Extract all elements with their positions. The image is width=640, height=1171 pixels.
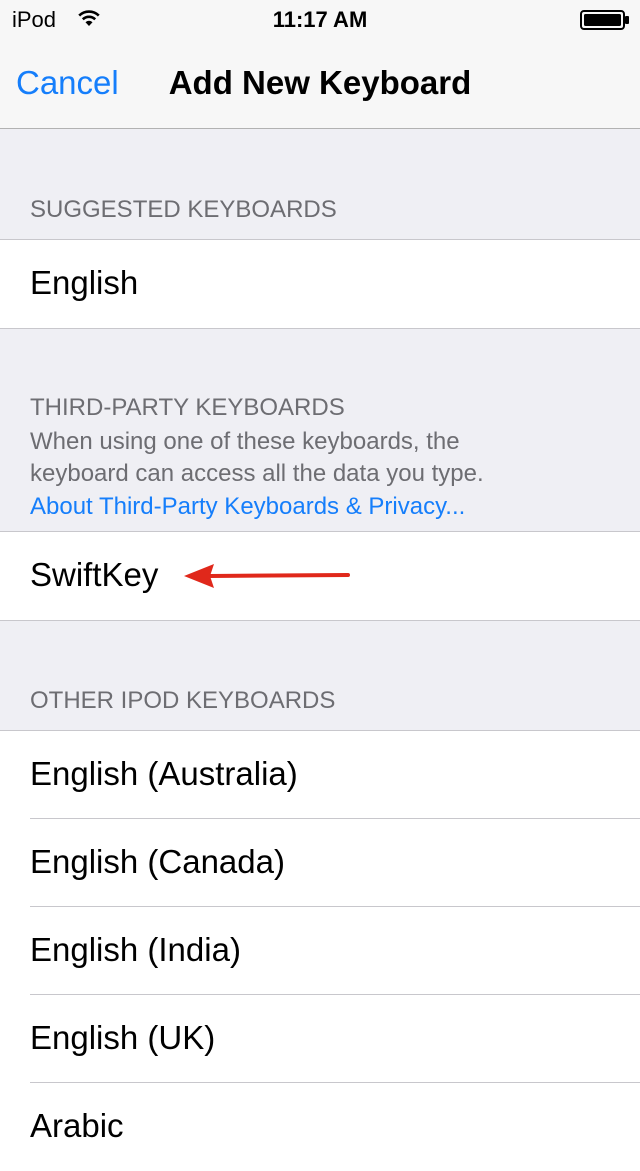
cancel-button[interactable]: Cancel [16, 64, 119, 102]
keyboard-item-label: Arabic [30, 1107, 124, 1144]
keyboard-item-english-india[interactable]: English (India) [0, 907, 640, 995]
navigation-bar: Add New Keyboard Cancel [0, 40, 640, 129]
keyboard-item-english[interactable]: English [0, 240, 640, 328]
keyboard-item-label: English (India) [30, 931, 241, 968]
keyboard-item-label: English (Australia) [30, 755, 298, 792]
third-party-keyboards-header: THIRD-PARTY KEYBOARDS [30, 394, 345, 421]
keyboard-item-english-uk[interactable]: English (UK) [0, 995, 640, 1083]
suggested-keyboards-header: SUGGESTED KEYBOARDS [30, 196, 337, 223]
red-arrow-annotation [184, 564, 350, 588]
other-keyboards-header: OTHER IPOD KEYBOARDS [30, 687, 336, 714]
third-party-note-line1: When using one of these keyboards, the [30, 428, 460, 455]
status-time: 11:17 AM [272, 7, 368, 32]
privacy-link[interactable]: About Third-Party Keyboards & Privacy... [30, 493, 465, 521]
keyboard-item-label: English (Canada) [30, 843, 285, 880]
keyboard-item-label: SwiftKey [30, 556, 159, 593]
keyboard-item-english-canada[interactable]: English (Canada) [0, 819, 640, 907]
keyboard-item-arabic[interactable]: Arabic [0, 1083, 640, 1171]
keyboard-item-label: English [30, 264, 139, 301]
battery-icon [580, 10, 629, 30]
suggested-keyboards-group: English [0, 239, 640, 329]
other-keyboards-group: English (Australia) English (Canada) Eng… [0, 730, 640, 1171]
status-bar: iPod 11:17 AM [0, 0, 640, 40]
third-party-note-line2: keyboard can access all the data you typ… [30, 460, 484, 487]
keyboard-item-english-australia[interactable]: English (Australia) [0, 731, 640, 819]
keyboard-item-label: English (UK) [30, 1019, 216, 1056]
